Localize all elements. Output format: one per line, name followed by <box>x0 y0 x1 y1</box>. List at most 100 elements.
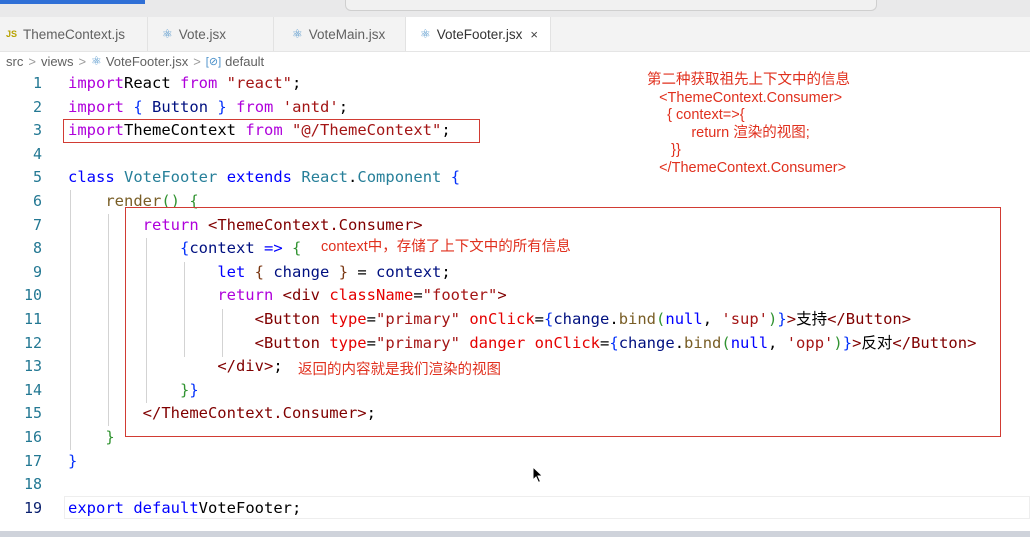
line-number: 4 <box>32 144 42 163</box>
close-tab-icon[interactable]: × <box>530 27 538 42</box>
code-text: } <box>68 450 77 474</box>
status-bar <box>0 531 1030 537</box>
highlight-box-import <box>63 119 480 143</box>
line-number: 7 <box>32 215 42 234</box>
line-number: 18 <box>23 475 42 494</box>
tab-label: VoteMain.jsx <box>308 26 386 42</box>
react-file-icon: ⚛ <box>162 27 173 41</box>
editor-tab-bar: JS ThemeContext.js ⚛ Vote.jsx ⚛ VoteMain… <box>0 17 1030 52</box>
tab-label: Vote.jsx <box>178 26 227 42</box>
line-number: 9 <box>32 262 42 281</box>
line-number: 6 <box>32 192 42 210</box>
line-number: 16 <box>23 428 42 446</box>
code-token: VoteFooter <box>124 168 218 187</box>
tab-vote-jsx[interactable]: ⚛ Vote.jsx <box>148 17 274 51</box>
code-token: class <box>68 168 115 187</box>
line-number: 13 <box>23 357 42 376</box>
tab-themecontext-js[interactable]: JS ThemeContext.js <box>0 17 148 51</box>
code-token: from <box>180 74 218 92</box>
code-line[interactable]: 5 class VoteFooter extends React.Componen… <box>0 166 1030 190</box>
js-file-icon: JS <box>6 29 18 39</box>
annotation-return-note: 返回的内容就是我们渲染的视图 <box>298 362 501 378</box>
code-token: Button <box>152 97 209 116</box>
line-number: 3 <box>32 121 42 140</box>
code-token: 'antd' <box>282 97 339 116</box>
annotation-top-right: 第二种获取祖先上下文中的信息 <ThemeContext.Consumer> {… <box>647 72 850 176</box>
code-token: . <box>348 168 358 187</box>
line-number: 5 <box>32 168 42 187</box>
code-token: { <box>133 97 143 116</box>
tab-label: ThemeContext.js <box>23 26 126 42</box>
code-token: "react" <box>226 74 292 92</box>
tab-votefooter-jsx[interactable]: ⚛ VoteFooter.jsx × <box>406 17 551 51</box>
code-line[interactable]: 2 import { Button } from 'antd'; <box>0 96 1030 120</box>
code-text: } <box>68 426 115 450</box>
code-token: } <box>217 97 227 116</box>
breadcrumb-symbol[interactable]: default <box>225 54 264 69</box>
code-token: extends <box>226 168 293 187</box>
code-text: class VoteFooter extends React.Component… <box>68 166 460 190</box>
code-token: from <box>236 97 274 116</box>
code-token: import <box>68 74 124 92</box>
react-file-icon: ⚛ <box>420 27 431 41</box>
code-token: } <box>105 428 115 446</box>
code-token: export <box>68 498 124 517</box>
code-token: VoteFooter; <box>198 498 302 517</box>
code-token: ; <box>338 97 349 116</box>
code-token: React <box>301 168 349 187</box>
line-number: 10 <box>23 286 42 305</box>
line-number: 2 <box>32 97 42 116</box>
breadcrumb: src > views > ⚛ VoteFooter.jsx > [⊘] def… <box>0 51 1030 71</box>
code-token: React <box>124 74 180 92</box>
react-file-icon: ⚛ <box>91 54 102 68</box>
line-number: 14 <box>23 380 42 399</box>
line-number: 15 <box>23 404 42 423</box>
line-number: 19 <box>23 498 42 517</box>
code-line[interactable]: 18 <box>0 473 1030 497</box>
code-line[interactable]: 4 <box>0 143 1030 167</box>
chevron-right-icon: > <box>78 53 87 69</box>
breadcrumb-src[interactable]: src <box>6 54 23 69</box>
chevron-right-icon: > <box>28 53 36 69</box>
code-text: importReact from "react"; <box>68 72 301 96</box>
line-number: 8 <box>32 239 42 258</box>
line-number: 11 <box>23 310 42 328</box>
breadcrumb-views[interactable]: views <box>41 54 74 69</box>
code-token: { <box>450 168 461 187</box>
code-line[interactable]: 1 importReact from "react"; <box>0 72 1030 96</box>
react-file-icon: ⚛ <box>292 27 303 41</box>
command-center[interactable] <box>345 0 877 11</box>
code-text: import { Button } from 'antd'; <box>68 96 348 120</box>
code-text: export defaultVoteFooter; <box>68 497 301 521</box>
window-top-bar <box>0 0 1030 17</box>
code-line[interactable]: 19 export defaultVoteFooter; <box>0 497 1030 521</box>
breadcrumb-file[interactable]: VoteFooter.jsx <box>106 54 188 69</box>
code-token: Component <box>357 168 442 187</box>
top-accent-strip <box>0 0 145 4</box>
line-number: 1 <box>32 74 42 92</box>
chevron-right-icon: > <box>193 53 201 69</box>
line-number: 17 <box>23 451 42 470</box>
code-editor[interactable]: 1 importReact from "react"; 2 import { Butt… <box>0 72 1030 527</box>
tab-label: VoteFooter.jsx <box>436 26 523 42</box>
annotation-context-note: context中，存储了上下文中的所有信息 <box>321 239 571 255</box>
tab-votemain-jsx[interactable]: ⚛ VoteMain.jsx <box>274 17 406 51</box>
line-number: 12 <box>23 333 42 352</box>
code-token: import <box>68 97 124 116</box>
code-line[interactable]: 17} <box>0 450 1030 474</box>
code-token: default <box>133 498 199 517</box>
mouse-cursor-icon <box>532 466 544 484</box>
